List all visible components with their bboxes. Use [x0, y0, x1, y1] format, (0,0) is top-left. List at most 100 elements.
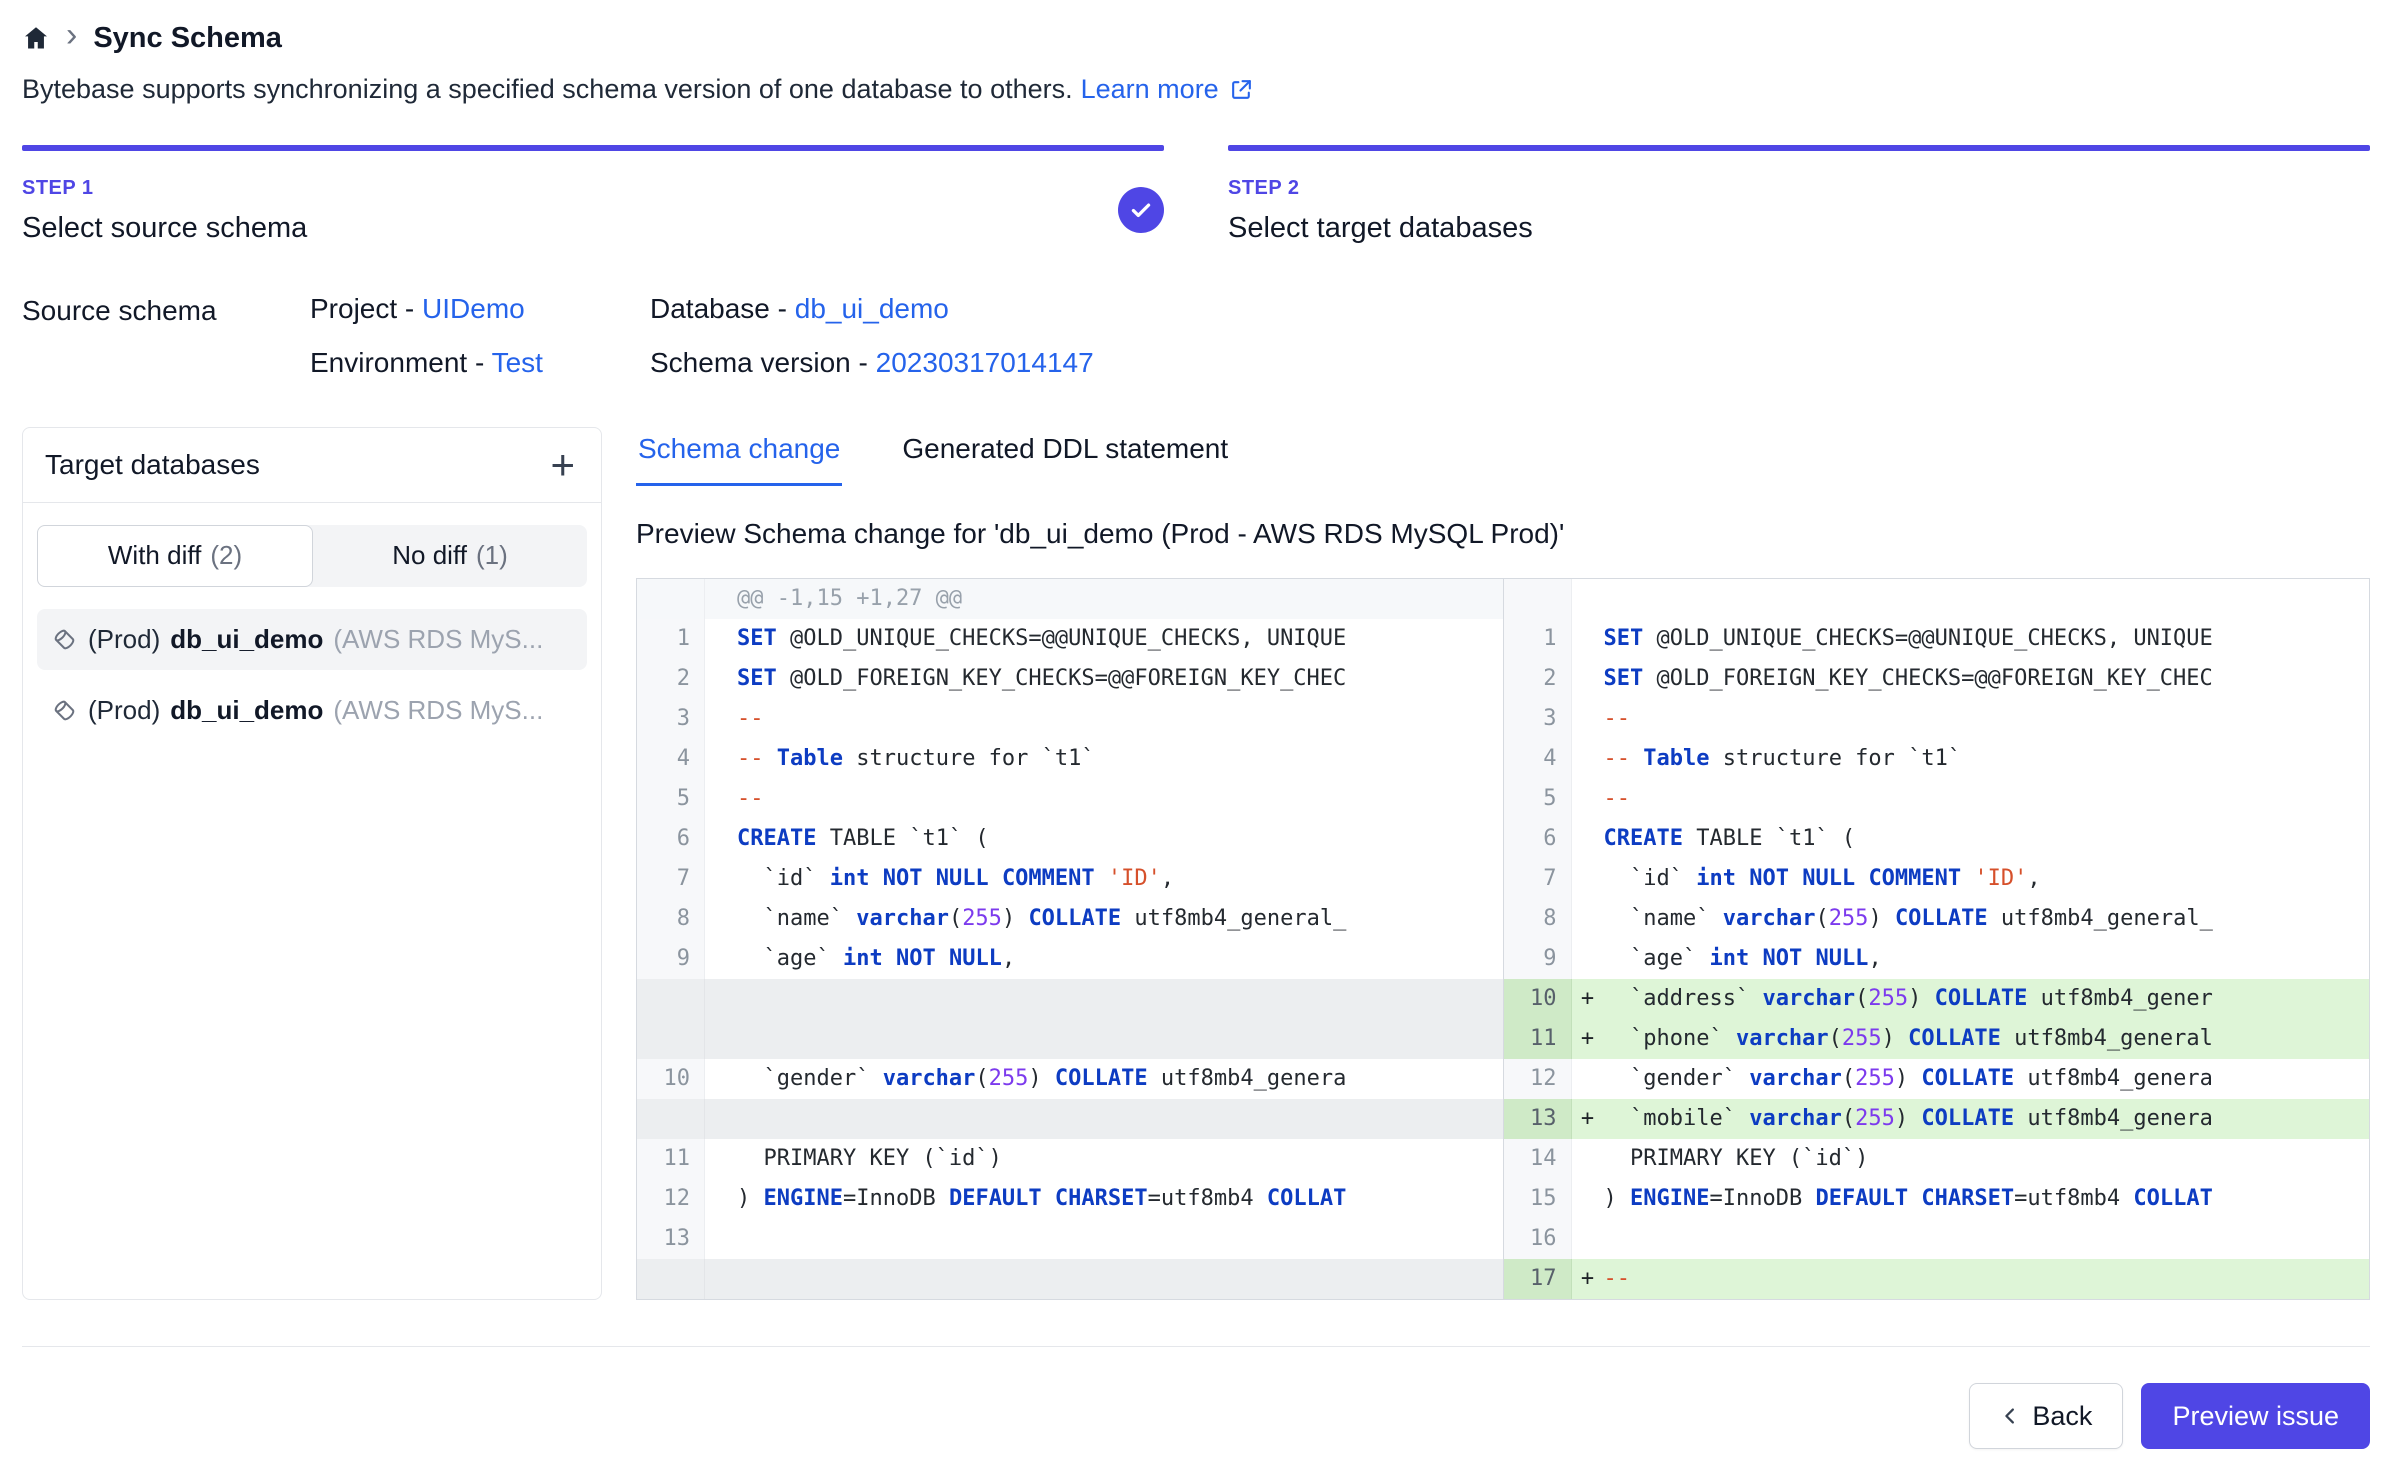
schema-diff: @@ -1,15 +1,27 @@ 1SET @OLD_UNIQUE_CHECK…: [636, 578, 2370, 1300]
page-title: Sync Schema: [93, 22, 282, 55]
preview-tabs: Schema change Generated DDL statement: [636, 427, 2370, 486]
diff-row-right: 13+ `mobile` varchar(255) COLLATE utf8mb…: [1504, 1099, 2370, 1139]
database-link[interactable]: db_ui_demo: [795, 293, 949, 324]
back-button-label: Back: [2032, 1401, 2092, 1432]
preview-issue-label: Preview issue: [2172, 1401, 2339, 1432]
diff-row-right: 8 `name` varchar(255) COLLATE utf8mb4_ge…: [1504, 899, 2370, 939]
step-1-progress-bar: [22, 145, 1164, 151]
learn-more-link[interactable]: Learn more: [1081, 74, 1219, 105]
database-item[interactable]: (Prod) db_ui_demo (AWS RDS MyS...: [37, 609, 587, 670]
tab-no-diff-label: No diff: [392, 540, 467, 571]
hunk-header-text: @@ -1,15 +1,27 @@: [737, 579, 1503, 619]
database-name: db_ui_demo: [170, 624, 323, 655]
step-complete-check-icon: [1118, 187, 1164, 233]
diff-row-left: 9 `age` int NOT NULL,: [637, 939, 1503, 979]
target-databases-panel: Target databases + With diff (2) No diff…: [22, 427, 602, 1300]
steps: STEP 1 Select source schema STEP 2 Selec…: [22, 145, 2370, 245]
database-environment: (Prod): [88, 695, 160, 726]
tab-schema-change[interactable]: Schema change: [636, 427, 842, 486]
diff-row-left: 6CREATE TABLE `t1` (: [637, 819, 1503, 859]
source-environment: Environment - Test: [310, 347, 650, 379]
database-instance: (AWS RDS MyS...: [333, 695, 543, 726]
intro-text: Bytebase supports synchronizing a specif…: [22, 74, 1073, 105]
database-instance: (AWS RDS MyS...: [333, 624, 543, 655]
tab-no-diff-count: (1): [476, 540, 508, 571]
diff-row-right: 3--: [1504, 699, 2370, 739]
environment-link[interactable]: Test: [492, 347, 543, 378]
diff-row-right: 4-- Table structure for `t1`: [1504, 739, 2370, 779]
intro: Bytebase supports synchronizing a specif…: [22, 74, 2370, 105]
diff-row-left: [637, 979, 1503, 1019]
breadcrumb: › Sync Schema: [22, 16, 2370, 60]
tab-with-diff-count: (2): [210, 540, 242, 571]
source-version: Schema version - 20230317014147: [650, 347, 1094, 379]
source-schema-section: Source schema Project - UIDemo Database …: [22, 293, 2370, 379]
diff-row-right: 16: [1504, 1219, 2370, 1259]
back-button[interactable]: Back: [1969, 1383, 2123, 1449]
diff-row-left: 4-- Table structure for `t1`: [637, 739, 1503, 779]
diff-row-left: 3--: [637, 699, 1503, 739]
tab-with-diff[interactable]: With diff (2): [37, 525, 313, 587]
diff-row-left: 10 `gender` varchar(255) COLLATE utf8mb4…: [637, 1059, 1503, 1099]
diff-hunk-spacer: [1504, 579, 2370, 619]
project-label: Project -: [310, 293, 414, 324]
diff-row-right: 5--: [1504, 779, 2370, 819]
source-schema-label: Source schema: [22, 293, 310, 379]
diff-row-right: 9 `age` int NOT NULL,: [1504, 939, 2370, 979]
target-database-list: (Prod) db_ui_demo (AWS RDS MyS... (Prod)…: [23, 597, 601, 753]
diff-hunk-header: @@ -1,15 +1,27 @@: [637, 579, 1503, 619]
database-label: Database -: [650, 293, 787, 324]
tab-with-diff-label: With diff: [108, 540, 201, 571]
diff-row-left: [637, 1259, 1503, 1299]
environment-label: Environment -: [310, 347, 484, 378]
chevron-left-icon: [2000, 1405, 2022, 1427]
diff-row-left: 1SET @OLD_UNIQUE_CHECKS=@@UNIQUE_CHECKS,…: [637, 619, 1503, 659]
database-icon: [51, 697, 78, 724]
tab-no-diff[interactable]: No diff (1): [313, 525, 587, 587]
diff-row-right: 2SET @OLD_FOREIGN_KEY_CHECKS=@@FOREIGN_K…: [1504, 659, 2370, 699]
diff-row-right: 14 PRIMARY KEY (`id`): [1504, 1139, 2370, 1179]
diff-row-right: 7 `id` int NOT NULL COMMENT 'ID',: [1504, 859, 2370, 899]
schema-version-label: Schema version -: [650, 347, 868, 378]
diff-row-left: 2SET @OLD_FOREIGN_KEY_CHECKS=@@FOREIGN_K…: [637, 659, 1503, 699]
plus-icon: +: [550, 441, 575, 488]
footer-actions: Back Preview issue: [22, 1347, 2370, 1449]
diff-pane-target[interactable]: 1SET @OLD_UNIQUE_CHECKS=@@UNIQUE_CHECKS,…: [1503, 579, 2370, 1299]
preview-heading: Preview Schema change for 'db_ui_demo (P…: [636, 518, 2370, 550]
add-target-database-button[interactable]: +: [546, 448, 579, 482]
step-1-title: Select source schema: [22, 212, 307, 245]
source-project: Project - UIDemo: [310, 293, 650, 325]
tab-generated-ddl[interactable]: Generated DDL statement: [900, 427, 1230, 486]
external-link-icon[interactable]: [1229, 77, 1254, 102]
diff-row-left: 13: [637, 1219, 1503, 1259]
diff-row-right: 17+--: [1504, 1259, 2370, 1299]
diff-row-left: 12) ENGINE=InnoDB DEFAULT CHARSET=utf8mb…: [637, 1179, 1503, 1219]
step-2-progress-bar: [1228, 145, 2370, 151]
breadcrumb-separator: ›: [66, 18, 77, 58]
diff-row-right: 11+ `phone` varchar(255) COLLATE utf8mb4…: [1504, 1019, 2370, 1059]
diff-pane-source[interactable]: @@ -1,15 +1,27 @@ 1SET @OLD_UNIQUE_CHECK…: [637, 579, 1503, 1299]
step-1-label: STEP 1: [22, 177, 307, 200]
preview-section: Schema change Generated DDL statement Pr…: [636, 427, 2370, 1300]
project-link[interactable]: UIDemo: [422, 293, 525, 324]
schema-version-link[interactable]: 20230317014147: [876, 347, 1094, 378]
diff-row-right: 1SET @OLD_UNIQUE_CHECKS=@@UNIQUE_CHECKS,…: [1504, 619, 2370, 659]
sync-schema-page: › Sync Schema Bytebase supports synchron…: [0, 0, 2396, 1449]
diff-row-right: 12 `gender` varchar(255) COLLATE utf8mb4…: [1504, 1059, 2370, 1099]
preview-issue-button[interactable]: Preview issue: [2141, 1383, 2370, 1449]
step-2-label: STEP 2: [1228, 177, 1533, 200]
diff-row-right: 10+ `address` varchar(255) COLLATE utf8m…: [1504, 979, 2370, 1019]
diff-row-left: [637, 1099, 1503, 1139]
home-icon[interactable]: [22, 24, 50, 52]
diff-row-left: 7 `id` int NOT NULL COMMENT 'ID',: [637, 859, 1503, 899]
database-icon: [51, 626, 78, 653]
diff-filter-tabs: With diff (2) No diff (1): [37, 525, 587, 587]
step-1: STEP 1 Select source schema: [22, 145, 1164, 245]
diff-row-right: 6CREATE TABLE `t1` (: [1504, 819, 2370, 859]
database-environment: (Prod): [88, 624, 160, 655]
diff-row-left: [637, 1019, 1503, 1059]
database-item[interactable]: (Prod) db_ui_demo (AWS RDS MyS...: [37, 680, 587, 741]
step-2: STEP 2 Select target databases: [1228, 145, 2370, 245]
step-2-title: Select target databases: [1228, 212, 1533, 245]
diff-row-left: 8 `name` varchar(255) COLLATE utf8mb4_ge…: [637, 899, 1503, 939]
